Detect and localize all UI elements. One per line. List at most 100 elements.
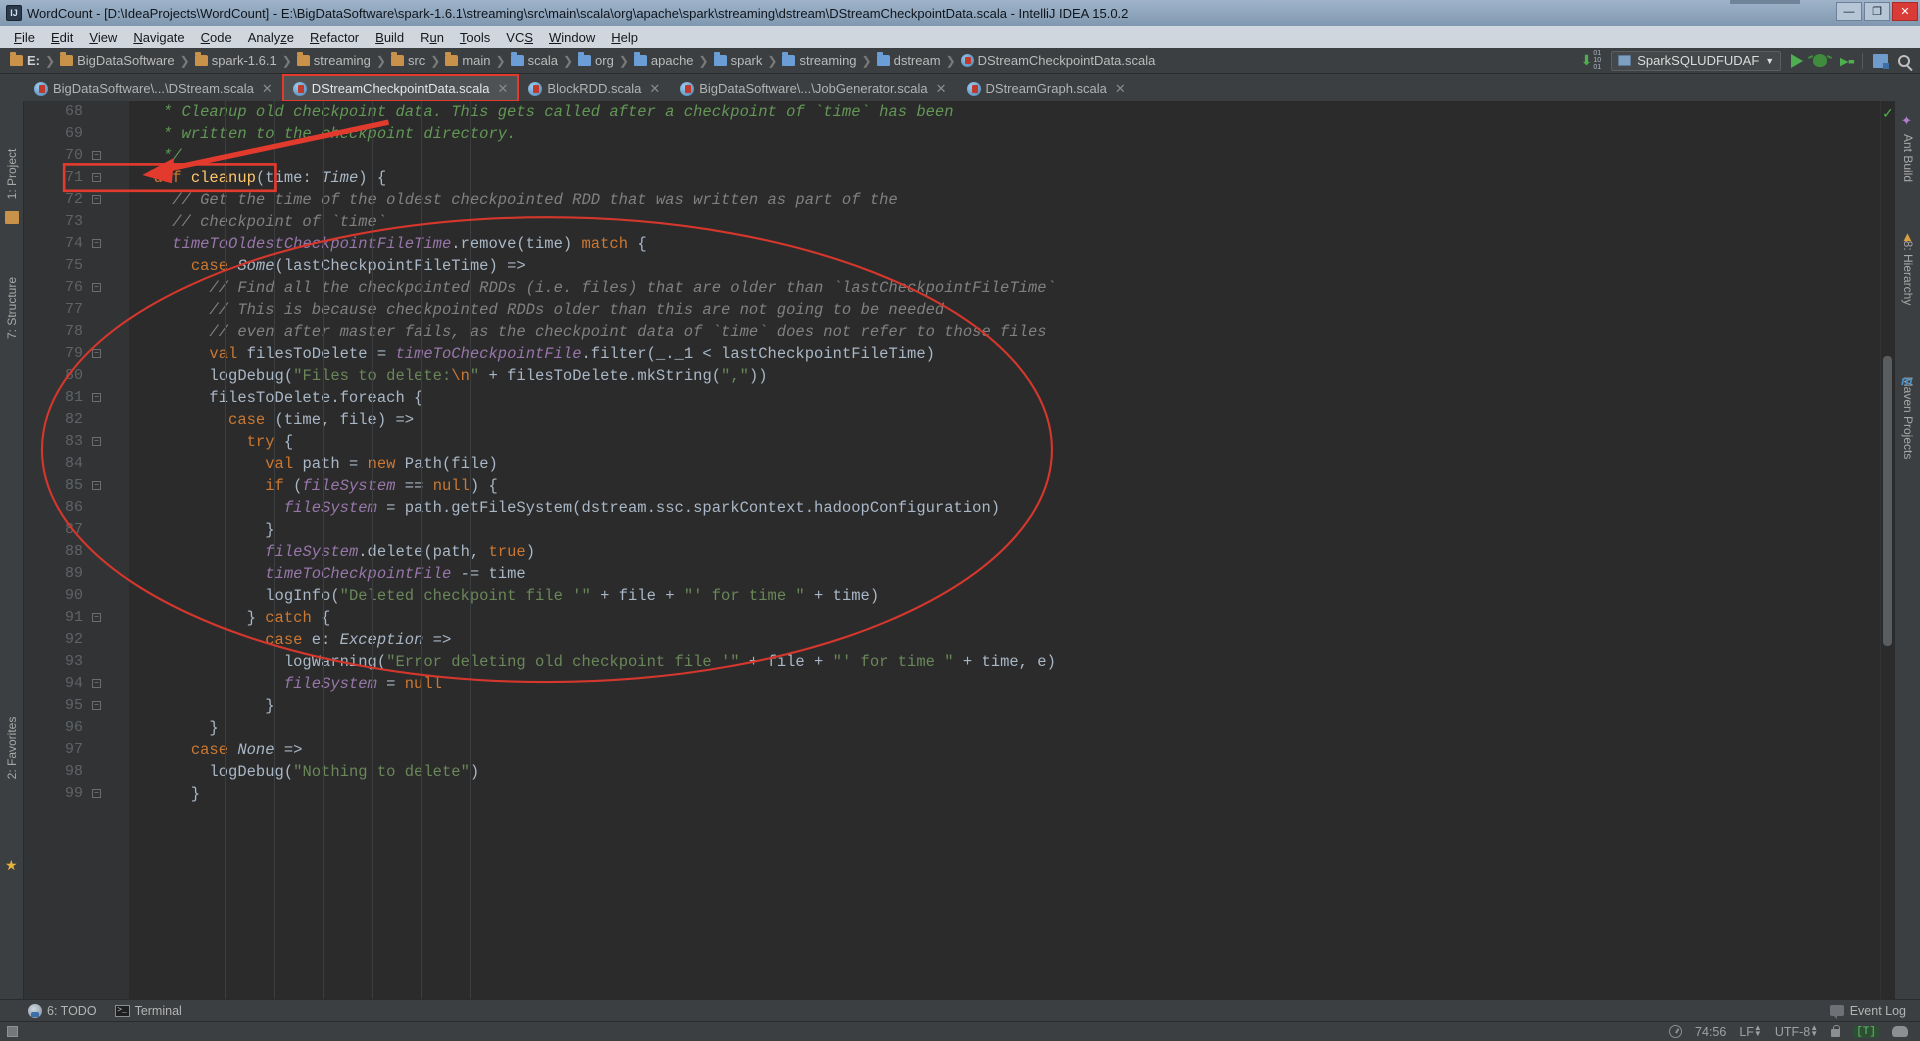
code-line[interactable]: logDebug("Files to delete:\n" + filesToD… xyxy=(129,365,1880,387)
scrollbar-thumb[interactable] xyxy=(1883,356,1892,646)
run-icon[interactable] xyxy=(1791,53,1804,68)
close-icon[interactable]: ✕ xyxy=(262,81,273,97)
breadcrumb-item-spark161[interactable]: spark-1.6.1 xyxy=(193,52,279,68)
sidebar-item-structure[interactable]: 7: Structure xyxy=(5,277,19,339)
memory-gauge-icon[interactable] xyxy=(1669,1025,1683,1038)
code-line[interactable]: } xyxy=(129,695,1880,717)
minimize-button[interactable]: — xyxy=(1836,2,1862,21)
code-line[interactable]: def cleanup(time: Time) { xyxy=(129,167,1880,189)
menu-item-build[interactable]: Build xyxy=(367,28,412,47)
fold-toggle-icon[interactable]: − xyxy=(92,283,101,292)
code-line[interactable]: case None => xyxy=(129,739,1880,761)
code-line[interactable]: timeToOldestCheckpointFileTime.remove(ti… xyxy=(129,233,1880,255)
breadcrumb-item-main[interactable]: main xyxy=(443,52,492,68)
breadcrumb-item-src[interactable]: src xyxy=(389,52,427,68)
file-encoding[interactable]: UTF-8▲ ▼ xyxy=(1775,1023,1818,1039)
tool-button-todo[interactable]: 6: TODO xyxy=(28,1003,97,1018)
breadcrumb-item-dstreamcheckpointdatascala[interactable]: DStreamCheckpointData.scala xyxy=(959,53,1158,68)
code-line[interactable]: } xyxy=(129,783,1880,805)
run-with-coverage-icon[interactable]: ►▪▪ xyxy=(1837,53,1855,69)
code-line[interactable]: filesToDelete.foreach { xyxy=(129,387,1880,409)
code-line[interactable]: timeToCheckpointFile -= time xyxy=(129,563,1880,585)
fold-toggle-icon[interactable]: − xyxy=(92,239,101,248)
close-icon[interactable]: ✕ xyxy=(1115,81,1126,97)
hippo-icon[interactable] xyxy=(1892,1026,1908,1037)
breadcrumb-item-org[interactable]: org xyxy=(576,52,616,68)
menu-item-help[interactable]: Help xyxy=(603,28,646,47)
code-line[interactable]: try { xyxy=(129,431,1880,453)
breadcrumb-item-bigdatasoftware[interactable]: BigDataSoftware xyxy=(58,52,177,68)
menu-item-edit[interactable]: Edit xyxy=(43,28,81,47)
fold-toggle-icon[interactable]: − xyxy=(92,701,101,710)
code-line[interactable]: // checkpoint of `time` xyxy=(129,211,1880,233)
code-line[interactable]: } xyxy=(129,717,1880,739)
code-line[interactable]: case Some(lastCheckpointFileTime) => xyxy=(129,255,1880,277)
code-line[interactable]: * Cleanup old checkpoint data. This gets… xyxy=(129,101,1880,123)
chevron-down-icon[interactable]: ▼ xyxy=(1765,56,1774,66)
sidebar-item-ant-build[interactable]: Ant Build xyxy=(1901,134,1915,182)
fold-toggle-icon[interactable]: − xyxy=(92,349,101,358)
menu-item-navigate[interactable]: Navigate xyxy=(125,28,192,47)
code-line[interactable]: logDebug("Nothing to delete") xyxy=(129,761,1880,783)
code-line[interactable]: fileSystem.delete(path, true) xyxy=(129,541,1880,563)
fold-toggle-icon[interactable]: − xyxy=(92,789,101,798)
code-line[interactable]: * written to the checkpoint directory. xyxy=(129,123,1880,145)
breadcrumb-item-spark[interactable]: spark xyxy=(712,52,765,68)
breadcrumb-item-streaming[interactable]: streaming xyxy=(295,52,373,68)
editor-tab-3[interactable]: BigDataSoftware\...\JobGenerator.scala ✕ xyxy=(670,75,956,101)
sidebar-item-maven-projects[interactable]: Maven Projects xyxy=(1901,377,1915,460)
editor-tab-1[interactable]: DStreamCheckpointData.scala ✕ xyxy=(281,74,520,102)
run-configuration-selector[interactable]: SparkSQLUDFUDAF ▼ xyxy=(1611,50,1782,71)
code-editor[interactable]: 68 69 70−71−72− 73 74− 75 76− 77 78 79− 80 81− 82 83−… xyxy=(24,101,1894,999)
code-line[interactable]: val filesToDelete = timeToCheckpointFile… xyxy=(129,343,1880,365)
code-line[interactable]: // This is because checkpointed RDDs old… xyxy=(129,299,1880,321)
code-line[interactable]: fileSystem = null xyxy=(129,673,1880,695)
fold-toggle-icon[interactable]: − xyxy=(92,173,101,182)
breadcrumb-item-streaming[interactable]: streaming xyxy=(780,52,858,68)
event-log-button[interactable]: Event Log xyxy=(1829,1004,1920,1019)
maximize-button[interactable]: ❐ xyxy=(1864,2,1890,21)
sidebar-item-hierarchy[interactable]: 8: Hierarchy xyxy=(1901,241,1915,306)
fold-toggle-icon[interactable]: − xyxy=(92,437,101,446)
close-icon[interactable]: ✕ xyxy=(649,81,660,97)
tool-button-terminal[interactable]: >_ Terminal xyxy=(114,1004,182,1018)
editor-tab-0[interactable]: BigDataSoftware\...\DStream.scala ✕ xyxy=(24,75,283,101)
sidebar-item-project[interactable]: 1: Project xyxy=(5,149,19,200)
code-line[interactable]: } catch { xyxy=(129,607,1880,629)
breadcrumb-item-scala[interactable]: scala xyxy=(509,52,560,68)
code-line[interactable]: // even after master fails, as the check… xyxy=(129,321,1880,343)
fold-toggle-icon[interactable]: − xyxy=(92,613,101,622)
editor-tab-4[interactable]: DStreamGraph.scala ✕ xyxy=(957,75,1136,101)
status-toggle-toolwindows[interactable] xyxy=(0,1022,24,1041)
code-line[interactable]: if (fileSystem == null) { xyxy=(129,475,1880,497)
status-badge[interactable]: [T] xyxy=(1853,1025,1879,1038)
code-line[interactable]: logWarning("Error deleting old checkpoin… xyxy=(129,651,1880,673)
search-everywhere-icon[interactable] xyxy=(1898,54,1910,67)
menu-item-analyze[interactable]: Analyze xyxy=(240,28,302,47)
menu-item-refactor[interactable]: Refactor xyxy=(302,28,367,47)
make-project-icon[interactable] xyxy=(1873,53,1889,69)
fold-toggle-icon[interactable]: − xyxy=(92,151,101,160)
menu-item-file[interactable]: File xyxy=(6,28,43,47)
close-icon[interactable]: ✕ xyxy=(498,81,509,97)
breadcrumb-item-apache[interactable]: apache xyxy=(632,52,696,68)
menu-item-run[interactable]: Run xyxy=(412,28,452,47)
close-button[interactable]: ✕ xyxy=(1892,2,1918,21)
lock-icon[interactable] xyxy=(1831,1025,1841,1037)
fold-toggle-icon[interactable]: − xyxy=(92,679,101,688)
sidebar-item-favorites[interactable]: 2: Favorites xyxy=(5,717,19,780)
code-line[interactable]: logInfo("Deleted checkpoint file '" + fi… xyxy=(129,585,1880,607)
editor-gutter[interactable]: 68 69 70−71−72− 73 74− 75 76− 77 78 79− 80 81− 82 83−… xyxy=(24,101,129,999)
code-line[interactable]: */ xyxy=(129,145,1880,167)
fold-toggle-icon[interactable]: − xyxy=(92,481,101,490)
menu-item-code[interactable]: Code xyxy=(193,28,240,47)
code-content[interactable]: * Cleanup old checkpoint data. This gets… xyxy=(129,101,1880,999)
editor-tab-2[interactable]: BlockRDD.scala ✕ xyxy=(518,75,670,101)
code-line[interactable]: // Find all the checkpointed RDDs (i.e. … xyxy=(129,277,1880,299)
breadcrumb-item-e[interactable]: E: xyxy=(8,52,42,68)
window-controls[interactable]: — ❐ ✕ xyxy=(1836,2,1918,21)
fold-toggle-icon[interactable]: − xyxy=(92,393,101,402)
menu-item-window[interactable]: Window xyxy=(541,28,603,47)
menu-item-view[interactable]: View xyxy=(81,28,125,47)
code-line[interactable]: case e: Exception => xyxy=(129,629,1880,651)
